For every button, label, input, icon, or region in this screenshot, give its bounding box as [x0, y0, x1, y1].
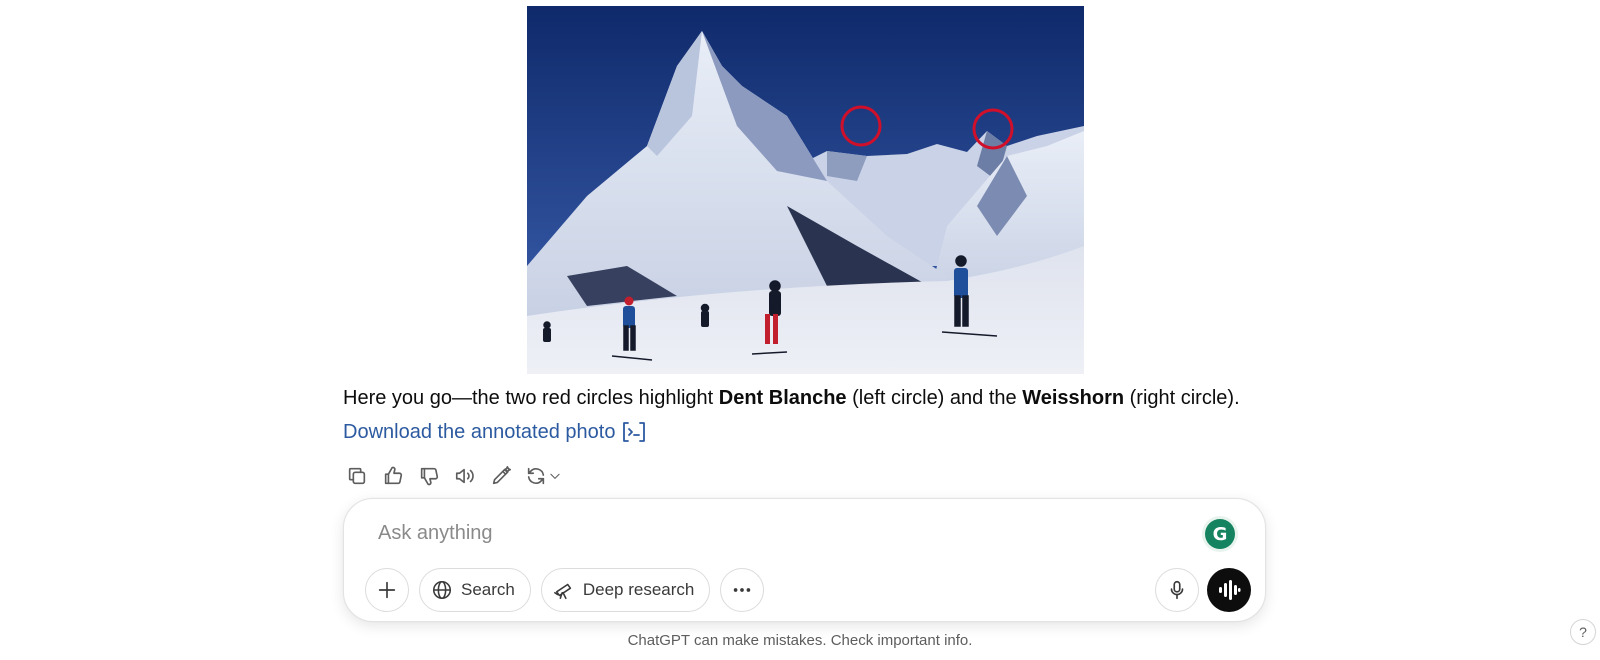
- help-button[interactable]: ?: [1570, 619, 1596, 645]
- photo-illustration: [527, 6, 1084, 374]
- bad-response-button[interactable]: [413, 462, 445, 490]
- edit-icon: [492, 466, 511, 485]
- dictate-button[interactable]: [1155, 568, 1199, 612]
- voice-mode-button[interactable]: [1207, 568, 1251, 612]
- assistant-message-text: Here you go—the two red circles highligh…: [343, 384, 1240, 412]
- composer-right-tools: [1155, 568, 1251, 612]
- read-aloud-icon: [455, 468, 474, 484]
- more-tools-button[interactable]: [720, 568, 765, 612]
- composer-tools: Search Deep research: [365, 568, 765, 612]
- grammarly-icon[interactable]: G: [1205, 519, 1235, 549]
- annotated-photo[interactable]: [527, 6, 1084, 374]
- grammarly-letter: G: [1212, 523, 1228, 545]
- prompt-input[interactable]: [378, 513, 1158, 553]
- download-link-label: Download the annotated photo: [343, 421, 616, 443]
- add-attachment-button[interactable]: [365, 568, 409, 612]
- message-actions: [341, 462, 565, 490]
- download-annotated-photo-link[interactable]: Download the annotated photo: [343, 418, 647, 446]
- thumbs-down-icon: [420, 467, 439, 486]
- good-response-button[interactable]: [377, 462, 409, 490]
- regenerate-icon: [527, 467, 544, 485]
- composer: G Search Deep research: [343, 498, 1266, 622]
- thumbs-up-icon: [384, 466, 403, 485]
- search-button[interactable]: Search: [419, 568, 531, 612]
- message-mid: (left circle) and the: [846, 387, 1023, 409]
- microphone-icon: [1170, 580, 1184, 600]
- more-icon: [734, 588, 751, 592]
- search-button-label: Search: [461, 580, 515, 599]
- edit-in-canvas-button[interactable]: [485, 462, 517, 490]
- globe-icon: [432, 580, 452, 600]
- copy-button[interactable]: [341, 462, 373, 490]
- message-suffix: (right circle).: [1124, 387, 1240, 409]
- message-prefix: Here you go—the two red circles highligh…: [343, 387, 719, 409]
- code-interpreter-icon: [623, 422, 646, 442]
- voice-waveform-icon: [1219, 580, 1241, 600]
- telescope-icon: [553, 583, 572, 600]
- copy-icon: [348, 467, 366, 485]
- deep-research-button[interactable]: Deep research: [540, 568, 711, 612]
- read-aloud-button[interactable]: [449, 462, 481, 490]
- peak-right-name: Weisshorn: [1022, 387, 1125, 409]
- regenerate-button[interactable]: [521, 462, 565, 490]
- chevron-down-icon: [549, 473, 560, 479]
- disclaimer-text: ChatGPT can make mistakes. Check importa…: [627, 632, 973, 649]
- peak-left-name: Dent Blanche: [718, 387, 847, 409]
- deep-research-label: Deep research: [582, 580, 695, 599]
- plus-icon: [378, 581, 396, 599]
